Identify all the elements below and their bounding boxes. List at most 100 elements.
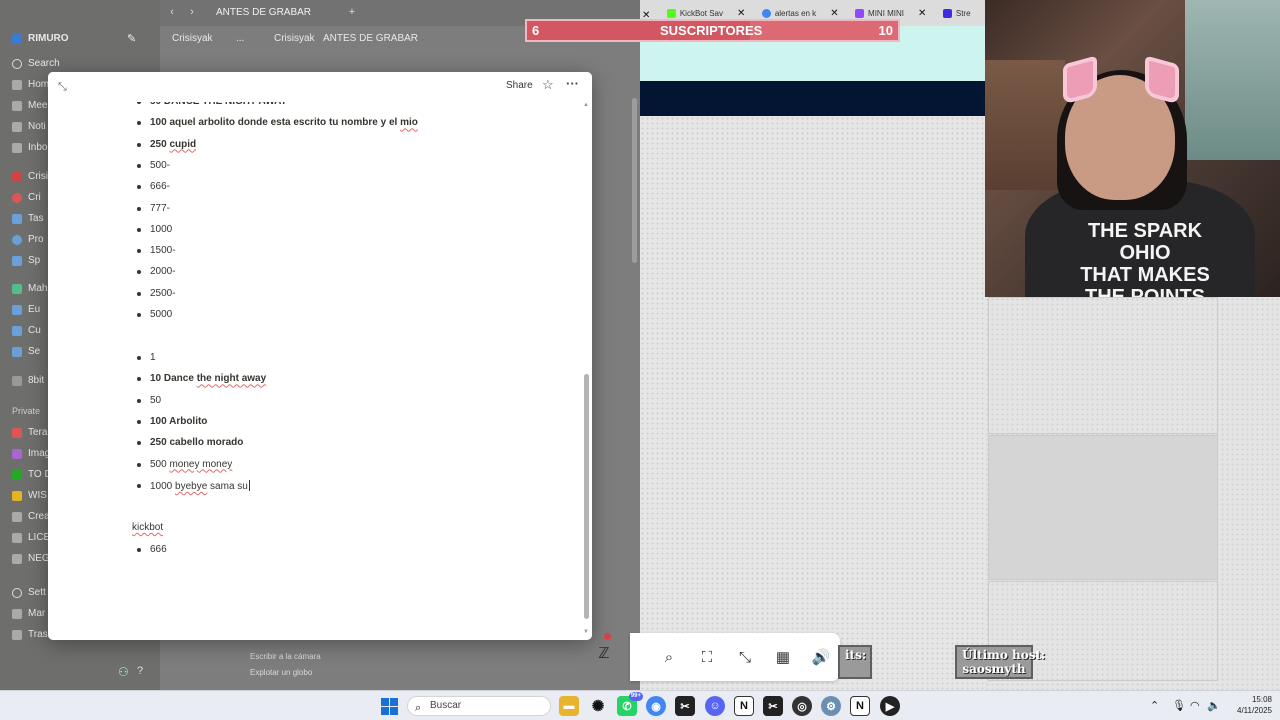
bullet-item[interactable]: 1000 [136, 224, 172, 235]
notion-active-icon[interactable]: N [850, 696, 870, 716]
taskbar-clock[interactable]: 15:08 4/11/2025 [1222, 694, 1272, 716]
sidebar-item-private-2[interactable]: Imag [12, 448, 50, 459]
bullet-item[interactable]: 1000 byebye sama su [137, 479, 250, 492]
capcut-icon[interactable]: ✂ [675, 696, 695, 716]
sidebar-item-se[interactable]: Se [12, 346, 40, 357]
sidebar-item-label: Pro [28, 234, 44, 245]
workspace-switcher[interactable]: RIMURO [12, 33, 69, 44]
sidebar-item-home[interactable]: Hom [12, 79, 49, 90]
obs-icon[interactable]: ◎ [792, 696, 812, 716]
discord-icon[interactable]: ☺ [705, 696, 725, 716]
sidebar-item-eu[interactable]: Eu [12, 304, 40, 315]
bullet-item[interactable]: 666 [137, 544, 167, 555]
bullet-item[interactable]: 2000- [137, 266, 176, 277]
scroll-down-icon[interactable]: ▼ [583, 629, 589, 635]
microphone-icon[interactable]: 🎙 [1172, 699, 1186, 712]
new-tab-icon[interactable]: + [346, 6, 358, 18]
more-options-icon[interactable]: ··· [566, 77, 582, 91]
sidebar-item-crisisyak[interactable]: Crisi [12, 171, 48, 182]
speaker-icon[interactable]: 🔈 [1207, 699, 1221, 712]
sidebar-item-private-3[interactable]: TO D [12, 469, 52, 480]
volume-icon[interactable]: 🔊 [809, 645, 833, 669]
notification-dot [604, 633, 611, 640]
sidebar-item-inbox[interactable]: Inbo [12, 142, 47, 153]
exit-fullscreen-icon[interactable]: ⤡ [733, 645, 757, 669]
settings-gear-icon[interactable]: ⚙ [821, 696, 841, 716]
modal-scrollbar[interactable]: ▲ ▼ [583, 102, 589, 637]
whatsapp-icon[interactable]: ✆ 99+ [617, 692, 643, 716]
windows-start-icon[interactable] [381, 698, 398, 715]
sidebar-item-meetings[interactable]: Mee [12, 100, 47, 111]
zoom-icon[interactable]: ⌕ [657, 645, 681, 669]
star-icon[interactable]: ☆ [542, 78, 556, 92]
ai-icon [12, 121, 22, 132]
bullet-item[interactable]: 5000 [136, 309, 172, 320]
bullet-item[interactable]: 2500- [137, 288, 176, 299]
close-icon[interactable]: ✕ [737, 8, 745, 19]
back-arrow-icon[interactable]: ‹ [166, 6, 178, 18]
share-button[interactable]: Share [506, 80, 533, 91]
file-explorer-icon[interactable]: ▬ [559, 696, 579, 716]
close-icon[interactable]: ✕ [830, 8, 838, 19]
scroll-up-icon[interactable]: ▲ [583, 102, 589, 108]
sidebar-item-trash[interactable]: Tras [12, 629, 48, 640]
sidebar-item-private-1[interactable]: Tera [12, 427, 47, 438]
grid-icon[interactable]: ▦ [771, 645, 795, 669]
sidebar-item-mah[interactable]: Mah [12, 283, 47, 294]
sidebar-item-sprints[interactable]: Sp [12, 255, 40, 266]
bullet-item[interactable]: 1 [137, 352, 156, 363]
ai-assistant-icon[interactable]: ℤ [593, 643, 615, 665]
new-page-icon[interactable]: ✎ [127, 32, 136, 45]
bullet-item[interactable]: 250 cupid [136, 139, 196, 150]
bullet-item[interactable]: 10 Dance the night away [136, 373, 266, 384]
scrollbar-thumb[interactable] [584, 374, 589, 619]
sidebar-item-cri[interactable]: Cri [12, 192, 41, 203]
close-icon[interactable]: ✕ [918, 8, 926, 19]
sidebar-item-marketplace[interactable]: Mar [12, 608, 45, 619]
people-icon[interactable]: ⚇ [118, 665, 129, 679]
bullet-item[interactable]: 666- [136, 181, 170, 192]
bullet-item[interactable]: 1500- [137, 245, 176, 256]
taskbar-search-input[interactable]: ⌕ Buscar [407, 696, 551, 716]
notion-scrollbar[interactable] [632, 98, 637, 263]
sidebar-item-settings[interactable]: Sett [12, 587, 46, 598]
sidebar-item-8bit[interactable]: 8bit [12, 375, 44, 386]
breadcrumb-item[interactable]: ANTES DE GRABAR [323, 33, 418, 44]
breadcrumb-item[interactable]: Crisisyak [172, 33, 213, 44]
fullscreen-icon[interactable]: ⛶ [695, 645, 719, 669]
bullet-item[interactable]: 777- [136, 203, 170, 214]
notion-tab-title[interactable]: ANTES DE GRABAR [216, 7, 311, 18]
sidebar-item-private-5[interactable]: Crea [12, 511, 50, 522]
sidebar-item-cu[interactable]: Cu [12, 325, 41, 336]
bullet-item[interactable]: 500 money money [136, 459, 232, 470]
sidebar-item-tasks[interactable]: Tas [12, 213, 44, 224]
sidebar-item-notion-ai[interactable]: Noti [12, 121, 46, 132]
sidebar-search[interactable]: Search [12, 58, 60, 69]
sidebar-item-private-4[interactable]: WIS [12, 490, 47, 501]
page-content[interactable]: 50 DANCE THE NIGHT AWAY100 aquel arbolit… [48, 72, 592, 640]
chrome-icon[interactable]: ◉ [646, 696, 666, 716]
help-icon[interactable]: ? [137, 665, 143, 677]
sidebar-item-projects[interactable]: Pro [12, 234, 44, 245]
sidebar-item-private-7[interactable]: NEG [12, 553, 50, 564]
sidebar-item-private-6[interactable]: LICE [12, 532, 50, 543]
wifi-icon[interactable]: ◠ [1190, 699, 1200, 712]
bullet-item[interactable]: 50 [136, 395, 161, 406]
tray-chevron-up-icon[interactable]: ⌃ [1150, 699, 1159, 712]
notion-icon[interactable]: N [734, 696, 754, 716]
sidebar-search-label: Search [28, 58, 60, 69]
browser-tab[interactable]: Stre [937, 0, 977, 26]
media-player-icon[interactable]: ▶ [880, 696, 900, 716]
breadcrumb-item[interactable]: Crisisyak [274, 33, 315, 44]
bullet-item[interactable]: 250 cabello morado [136, 437, 243, 448]
webcam-background-window [1185, 0, 1280, 160]
collapse-icon[interactable]: ⤡ [58, 80, 72, 94]
breadcrumb-item[interactable]: ... [236, 33, 244, 44]
bullet-item[interactable]: 500- [136, 160, 170, 171]
chatgpt-icon[interactable]: ✺ [588, 696, 608, 716]
kickbot-heading[interactable]: kickbot [132, 522, 163, 533]
capcut-icon-2[interactable]: ✂ [763, 696, 783, 716]
bullet-item[interactable]: 100 aquel arbolito donde esta escrito tu… [137, 117, 418, 128]
bullet-item[interactable]: 100 Arbolito [136, 416, 207, 427]
forward-arrow-icon[interactable]: › [186, 6, 198, 18]
